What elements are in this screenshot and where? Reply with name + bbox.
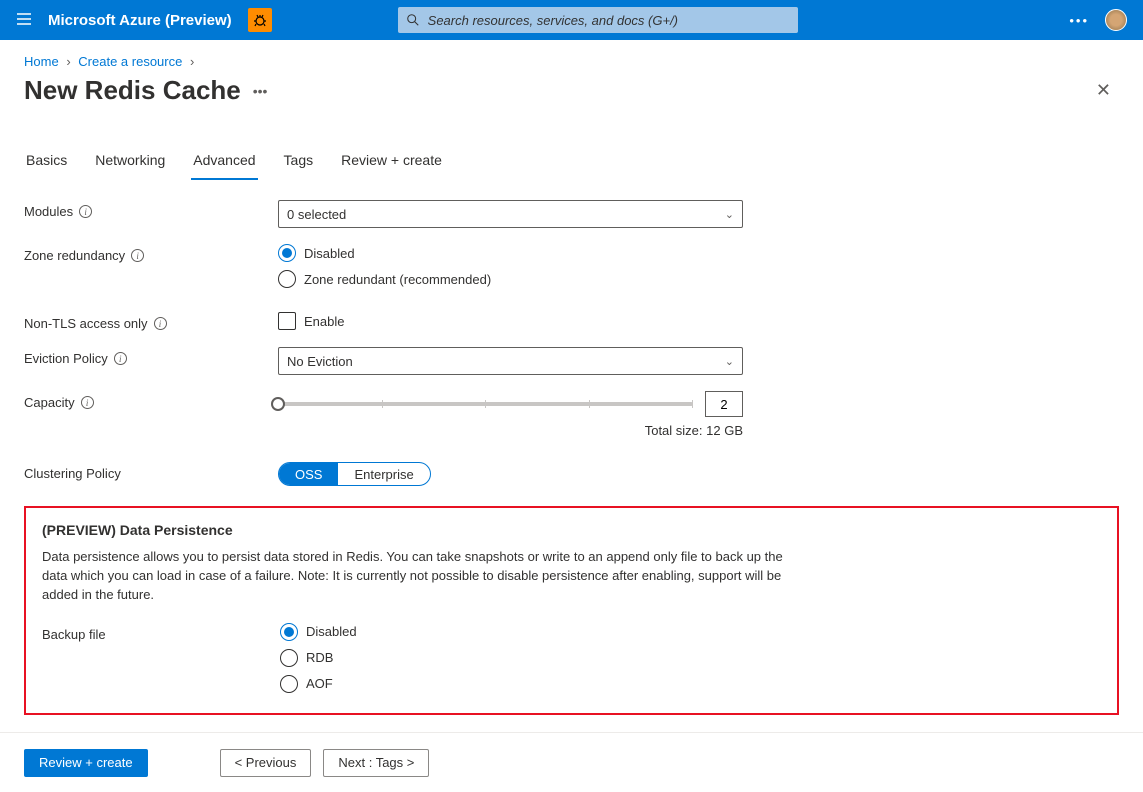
- clustering-toggle[interactable]: OSS Enterprise: [278, 462, 431, 486]
- more-icon[interactable]: •••: [1069, 13, 1089, 28]
- backup-rdb-radio[interactable]: RDB: [280, 649, 745, 667]
- footer-bar: Review + create < Previous Next : Tags >: [0, 732, 1143, 792]
- backup-disabled-radio[interactable]: Disabled: [280, 623, 745, 641]
- info-icon[interactable]: i: [79, 205, 92, 218]
- info-icon[interactable]: i: [131, 249, 144, 262]
- zone-label: Zone redundancy i: [24, 244, 278, 263]
- backup-aof-radio[interactable]: AOF: [280, 675, 745, 693]
- breadcrumb-home[interactable]: Home: [24, 54, 59, 69]
- clustering-enterprise[interactable]: Enterprise: [338, 463, 429, 485]
- nontls-label: Non-TLS access only i: [24, 312, 278, 331]
- tab-basics[interactable]: Basics: [24, 146, 69, 180]
- tab-tags[interactable]: Tags: [282, 146, 316, 180]
- nontls-checkbox[interactable]: Enable: [278, 312, 743, 330]
- user-avatar[interactable]: [1105, 9, 1127, 31]
- bug-icon[interactable]: [248, 8, 272, 32]
- tab-advanced[interactable]: Advanced: [191, 146, 257, 180]
- hamburger-menu[interactable]: [16, 11, 32, 30]
- breadcrumb: Home › Create a resource ›: [0, 40, 1143, 75]
- data-persistence-section: (PREVIEW) Data Persistence Data persiste…: [24, 506, 1119, 715]
- breadcrumb-create[interactable]: Create a resource: [78, 54, 182, 69]
- backup-label: Backup file: [42, 623, 280, 642]
- capacity-label: Capacity i: [24, 391, 278, 410]
- info-icon[interactable]: i: [154, 317, 167, 330]
- slider-thumb[interactable]: [271, 397, 285, 411]
- search-icon: [406, 13, 420, 27]
- modules-label: Modules i: [24, 200, 278, 219]
- tab-networking[interactable]: Networking: [93, 146, 167, 180]
- close-button[interactable]: ✕: [1088, 76, 1119, 105]
- clustering-oss[interactable]: OSS: [279, 463, 338, 485]
- page-more-icon[interactable]: •••: [253, 83, 268, 99]
- next-button[interactable]: Next : Tags >: [323, 749, 429, 777]
- capacity-total: Total size: 12 GB: [645, 423, 743, 438]
- chevron-right-icon: ›: [190, 54, 194, 69]
- capacity-slider[interactable]: [278, 402, 693, 406]
- geo-replication-heading: Active geo-replication: [24, 715, 1119, 718]
- tab-review[interactable]: Review + create: [339, 146, 444, 180]
- info-icon[interactable]: i: [114, 352, 127, 365]
- modules-dropdown[interactable]: 0 selected ⌄: [278, 200, 743, 228]
- clustering-label: Clustering Policy: [24, 462, 278, 481]
- eviction-dropdown[interactable]: No Eviction ⌄: [278, 347, 743, 375]
- eviction-label: Eviction Policy i: [24, 347, 278, 366]
- zone-disabled-radio[interactable]: Disabled: [278, 244, 743, 262]
- zone-redundant-radio[interactable]: Zone redundant (recommended): [278, 270, 743, 288]
- chevron-down-icon: ⌄: [725, 355, 734, 368]
- persistence-title: (PREVIEW) Data Persistence: [42, 522, 1101, 538]
- info-icon[interactable]: i: [81, 396, 94, 409]
- tab-bar: Basics Networking Advanced Tags Review +…: [24, 146, 1119, 180]
- chevron-right-icon: ›: [66, 54, 70, 69]
- previous-button[interactable]: < Previous: [220, 749, 312, 777]
- chevron-down-icon: ⌄: [725, 208, 734, 221]
- search-box[interactable]: [398, 7, 798, 33]
- persistence-desc: Data persistence allows you to persist d…: [42, 548, 792, 605]
- page-title: New Redis Cache: [24, 75, 241, 106]
- capacity-input[interactable]: [705, 391, 743, 417]
- review-create-button[interactable]: Review + create: [24, 749, 148, 777]
- brand-title: Microsoft Azure (Preview): [48, 12, 232, 29]
- search-input[interactable]: [428, 13, 790, 28]
